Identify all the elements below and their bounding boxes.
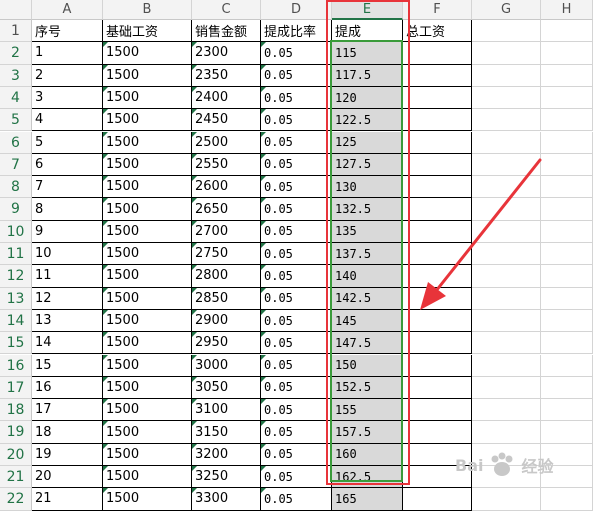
watermark-text: 经验 (521, 457, 554, 476)
row-header-22[interactable]: 22 (0, 488, 32, 511)
cell-h22[interactable] (541, 488, 593, 511)
watermark: Bai 经验 (455, 445, 585, 485)
paw-logo-icon (491, 452, 513, 476)
cell-c22[interactable]: 3300 (192, 488, 261, 511)
number-as-text-indicator-icon (261, 488, 266, 494)
cell-a22[interactable]: 21 (32, 488, 103, 511)
cell-b22[interactable]: 1500 (103, 488, 192, 511)
cell-d22[interactable]: 0.05 (261, 488, 332, 511)
cell-value: 0.05 (264, 491, 293, 506)
cell-value: 3300 (195, 491, 229, 507)
cell-value: 1500 (106, 491, 140, 507)
cell-value: 21 (35, 491, 52, 507)
cell-f22[interactable] (403, 488, 472, 511)
cell-e22[interactable]: 165 (332, 488, 403, 511)
number-as-text-indicator-icon (192, 488, 197, 494)
red-arrow-annotation (420, 158, 542, 310)
watermark-brand: Bai (455, 455, 484, 475)
cell-g22[interactable] (472, 488, 541, 511)
cell-value: 165 (335, 491, 357, 506)
number-as-text-indicator-icon (103, 488, 108, 494)
